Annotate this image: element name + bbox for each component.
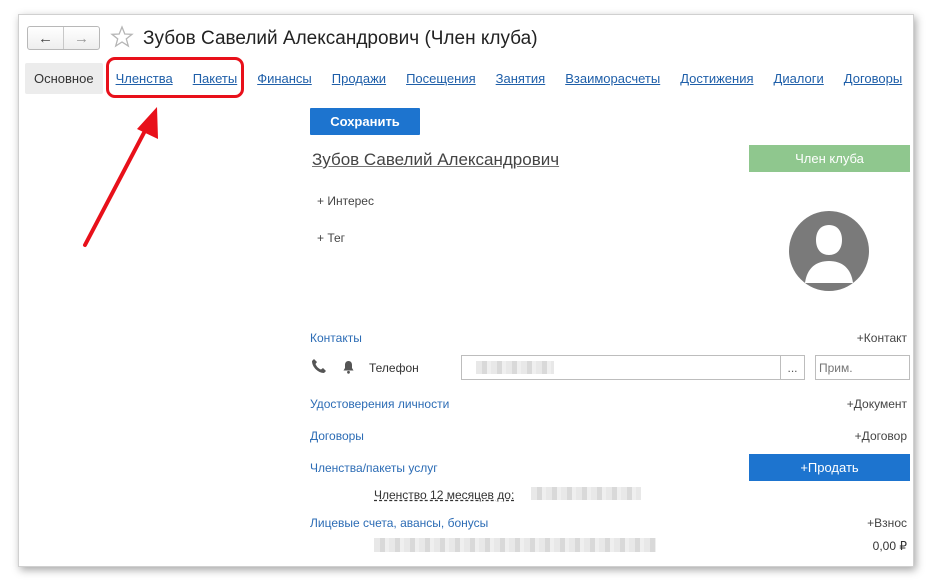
arrow-left-icon: ← bbox=[38, 29, 53, 47]
tab-visits[interactable]: Посещения bbox=[406, 71, 476, 86]
tab-memberships[interactable]: Членства bbox=[116, 71, 173, 86]
window-title: Зубов Савелий Александрович (Член клуба) bbox=[143, 28, 538, 49]
membership-item-label: Членство 12 месяцев до: bbox=[374, 488, 515, 502]
phone-input[interactable] bbox=[461, 355, 781, 380]
tab-contracts[interactable]: Договоры bbox=[844, 71, 902, 86]
accounts-section-title[interactable]: Лицевые счета, авансы, бонусы bbox=[310, 516, 488, 530]
add-tag-link[interactable]: + Тег bbox=[317, 231, 345, 245]
documents-section-title[interactable]: Удостоверения личности bbox=[310, 397, 449, 411]
tab-dialogs[interactable]: Диалоги bbox=[774, 71, 824, 86]
tab-bar: Основное Членства Пакеты Финансы Продажи… bbox=[25, 62, 902, 94]
memberships-section-title[interactable]: Членства/пакеты услуг bbox=[310, 461, 438, 475]
phone-icon[interactable] bbox=[311, 358, 327, 374]
add-contract-link[interactable]: +Договор bbox=[855, 429, 907, 443]
phone-note-input[interactable] bbox=[815, 355, 910, 380]
client-card-window: ← → Зубов Савелий Александрович (Член кл… bbox=[18, 14, 914, 567]
phone-select-button[interactable]: ... bbox=[781, 355, 805, 380]
phone-label: Телефон bbox=[369, 361, 419, 375]
person-name-link[interactable]: Зубов Савелий Александрович bbox=[312, 150, 559, 170]
annotation-arrow bbox=[83, 107, 158, 247]
add-payment-link[interactable]: +Взнос bbox=[867, 516, 907, 530]
tab-sales[interactable]: Продажи bbox=[332, 71, 386, 86]
forward-button[interactable]: → bbox=[63, 27, 99, 49]
membership-item-link[interactable]: Членство 12 месяцев до: bbox=[374, 488, 514, 502]
status-badge[interactable]: Член клуба bbox=[749, 145, 910, 172]
redacted-phone bbox=[476, 361, 554, 374]
star-icon[interactable] bbox=[110, 25, 134, 49]
contacts-section-title[interactable]: Контакты bbox=[310, 331, 362, 345]
bell-icon[interactable] bbox=[342, 360, 355, 374]
tab-achievements[interactable]: Достижения bbox=[680, 71, 753, 86]
account-balance: 0,00 ₽ bbox=[872, 539, 907, 553]
tab-finance[interactable]: Финансы bbox=[257, 71, 312, 86]
sell-button[interactable]: +Продать bbox=[749, 454, 910, 481]
arrow-right-icon: → bbox=[74, 29, 89, 47]
add-document-link[interactable]: +Документ bbox=[847, 397, 907, 411]
tab-packages[interactable]: Пакеты bbox=[193, 71, 238, 86]
tab-settlements[interactable]: Взаиморасчеты bbox=[565, 71, 660, 86]
tab-main[interactable]: Основное bbox=[25, 62, 103, 94]
navigation-buttons: ← → bbox=[27, 26, 100, 50]
redacted-account bbox=[374, 538, 656, 552]
save-button[interactable]: Сохранить bbox=[310, 108, 420, 135]
tab-classes[interactable]: Занятия bbox=[496, 71, 546, 86]
back-button[interactable]: ← bbox=[28, 27, 63, 49]
contracts-section-title[interactable]: Договоры bbox=[310, 429, 364, 443]
redacted-membership-date bbox=[531, 487, 641, 500]
add-contact-link[interactable]: +Контакт bbox=[857, 331, 907, 345]
user-silhouette-icon bbox=[805, 225, 853, 283]
add-interest-link[interactable]: + Интерес bbox=[317, 194, 374, 208]
avatar[interactable] bbox=[789, 211, 869, 291]
